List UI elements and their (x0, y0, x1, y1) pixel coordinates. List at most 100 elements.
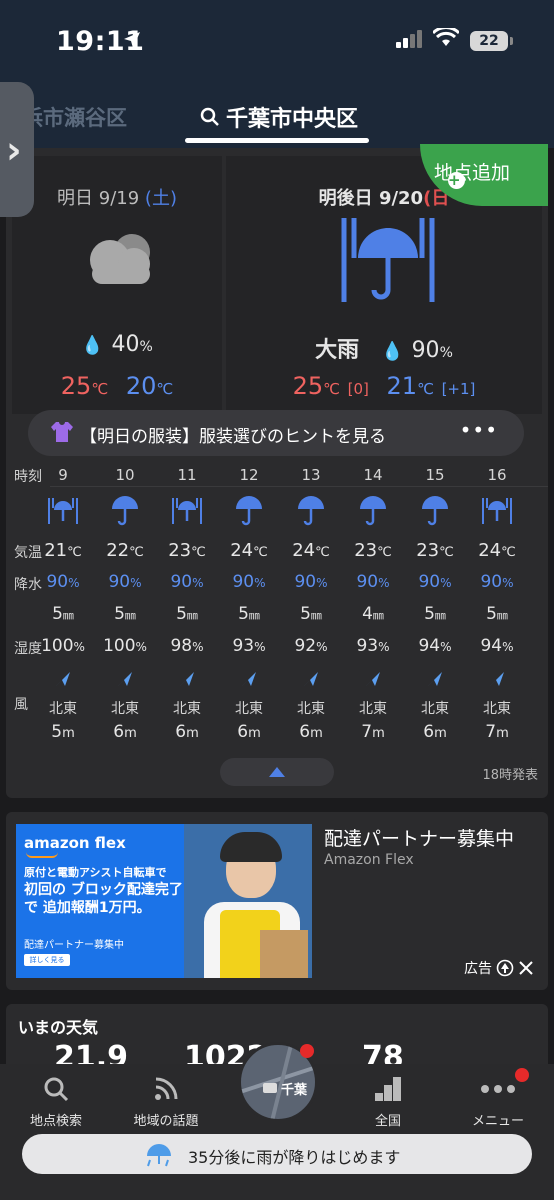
weather-text: 大雨 (315, 338, 360, 363)
clothing-hint-banner[interactable]: 【明日の服装】服装選びのヒントを見る ••• (28, 410, 524, 456)
shirt-icon (51, 422, 73, 442)
hour-precip-chance: 90% (356, 572, 390, 592)
hour-temp: 22℃ (106, 540, 144, 561)
hour-humidity: 92% (294, 636, 328, 656)
hour-wind-speed: 6m (113, 722, 137, 742)
hour-wind-speed: 7m (485, 722, 509, 742)
tab-menu[interactable]: メニュー (448, 1072, 548, 1129)
raindrop-icon: 💧 (381, 341, 404, 362)
hour-humidity: 94% (480, 636, 514, 656)
hour-precip-chance: 90% (170, 572, 204, 592)
tab-prev-location[interactable]: 浜市瀬谷区 (22, 102, 127, 132)
tab-topics[interactable]: 地域の話題 (116, 1072, 216, 1129)
row-label-wind: 風 (14, 697, 28, 713)
issued-time: 18時発表 (482, 768, 538, 783)
chevron-right-icon: › (6, 128, 22, 172)
high-temp: 25 (292, 372, 324, 400)
hour-wind-speed: 6m (237, 722, 261, 742)
ad-info-icon[interactable] (496, 959, 514, 977)
ad-brand: amazon flex (24, 834, 126, 852)
status-bar: 19:11 22 (0, 0, 554, 84)
hour-precip-chance: 90% (108, 572, 142, 592)
hour-wind-dir: 北東 (111, 701, 139, 717)
heavy-rain-umbrella-icon (341, 218, 435, 302)
hour-label: 9 (58, 466, 68, 484)
tab-search[interactable]: 地点検索 (6, 1072, 106, 1129)
hour-precip-chance: 90% (480, 572, 514, 592)
temps: 25℃ 20℃ (60, 372, 174, 400)
wind-direction-icon (56, 672, 70, 686)
hour-wind-dir: 北東 (173, 701, 201, 717)
location-arrow-icon (124, 32, 140, 48)
cloud-icon (90, 234, 150, 284)
add-location-label: 地点追加 (434, 162, 511, 184)
grid-divider (50, 486, 548, 487)
hour-wind-dir: 北東 (49, 701, 77, 717)
cellular-signal-icon (396, 30, 422, 48)
close-icon[interactable] (518, 960, 534, 976)
hour-precip-chance: 90% (232, 572, 266, 592)
rain-umbrella-icon (147, 1144, 171, 1167)
precip-chance: 💧 40% (81, 332, 153, 357)
menu-dots-icon (481, 1085, 515, 1093)
ad-person-photo (184, 824, 312, 978)
wind-direction-icon (366, 672, 380, 686)
day-card-tomorrow: 明日 9/19 (土) 💧 40% 25℃ 20℃ (12, 156, 222, 414)
hour-wind-speed: 7m (361, 722, 385, 742)
hour-label: 16 (487, 466, 507, 484)
camera-icon (263, 1083, 277, 1093)
clothing-hint-text: 【明日の服装】服装選びのヒントを見る (80, 427, 386, 447)
ad-label: 広告 (464, 961, 492, 977)
hour-temp: 24℃ (478, 540, 516, 561)
hour-precip-chance: 90% (46, 572, 80, 592)
more-options-icon[interactable]: ••• (460, 418, 498, 442)
heavy-rain-umbrella-icon (482, 498, 512, 524)
forecast-panel: 明日 9/19 (土) 💧 40% 25℃ 20℃ 明後日 9/20(日 大雨 💧 9… (6, 148, 548, 798)
hour-humidity: 100% (103, 636, 147, 656)
tab-underline (185, 138, 369, 143)
ad-cta[interactable]: 詳しく見る (24, 954, 70, 966)
hour-precip-amount: 4㎜ (362, 604, 384, 624)
hour-precip-amount: 5㎜ (52, 604, 74, 624)
map-notification-dot (300, 1044, 314, 1058)
amazon-smile-logo (26, 852, 58, 858)
plus-icon: + (448, 172, 465, 189)
ad-marker[interactable]: 広告 (464, 958, 534, 978)
bottom-tab-bar: 地点検索 地域の話題 千葉 全国 メニュー (0, 1042, 554, 1200)
hour-label: 11 (177, 466, 197, 484)
hour-temp: 24℃ (292, 540, 330, 561)
tab-national[interactable]: 全国 (338, 1072, 438, 1129)
ad-banner[interactable]: amazon flex 原付と電動アシスト自転車で 初回の ブロック配達完了で … (6, 812, 548, 990)
wind-direction-icon (180, 672, 194, 686)
low-temp: 20 (125, 372, 157, 400)
ad-title[interactable]: 配達パートナー募集中 (324, 824, 514, 851)
ad-image[interactable]: amazon flex 原付と電動アシスト自転車で 初回の ブロック配達完了で … (16, 824, 312, 978)
hour-wind-dir: 北東 (235, 701, 263, 717)
hour-label: 10 (115, 466, 135, 484)
chevron-up-icon (269, 767, 285, 777)
bar-chart-icon (375, 1077, 401, 1101)
hour-wind-speed: 6m (299, 722, 323, 742)
raindrop-icon: 💧 (81, 335, 104, 356)
wind-direction-icon (242, 672, 256, 686)
battery-indicator: 22 (470, 31, 513, 51)
location-tabs: 浜市瀬谷区 千葉市中央区 (0, 84, 554, 148)
umbrella-icon (360, 496, 386, 526)
hour-wind-dir: 北東 (297, 701, 325, 717)
hour-wind-dir: 北東 (483, 701, 511, 717)
wind-direction-icon (304, 672, 318, 686)
hour-precip-amount: 5㎜ (300, 604, 322, 624)
tab-current-label: 千葉市中央区 (226, 107, 359, 132)
hour-label: 12 (239, 466, 259, 484)
hour-precip-amount: 5㎜ (176, 604, 198, 624)
ad-line3: 配達パートナー募集中 (24, 940, 124, 951)
rain-alert-bar[interactable]: 35分後に雨が降りはじめます (22, 1134, 532, 1174)
side-drawer-handle[interactable]: › (0, 82, 34, 217)
wind-direction-icon (428, 672, 442, 686)
tab-current-location[interactable]: 千葉市中央区 (200, 101, 358, 133)
hour-precip-chance: 90% (294, 572, 328, 592)
ad-line2: 初回の ブロック配達完了で 追加報酬1万円。 (24, 882, 183, 916)
collapse-button[interactable] (220, 758, 334, 786)
heavy-rain-umbrella-icon (48, 498, 78, 524)
hour-wind-dir: 北東 (359, 701, 387, 717)
